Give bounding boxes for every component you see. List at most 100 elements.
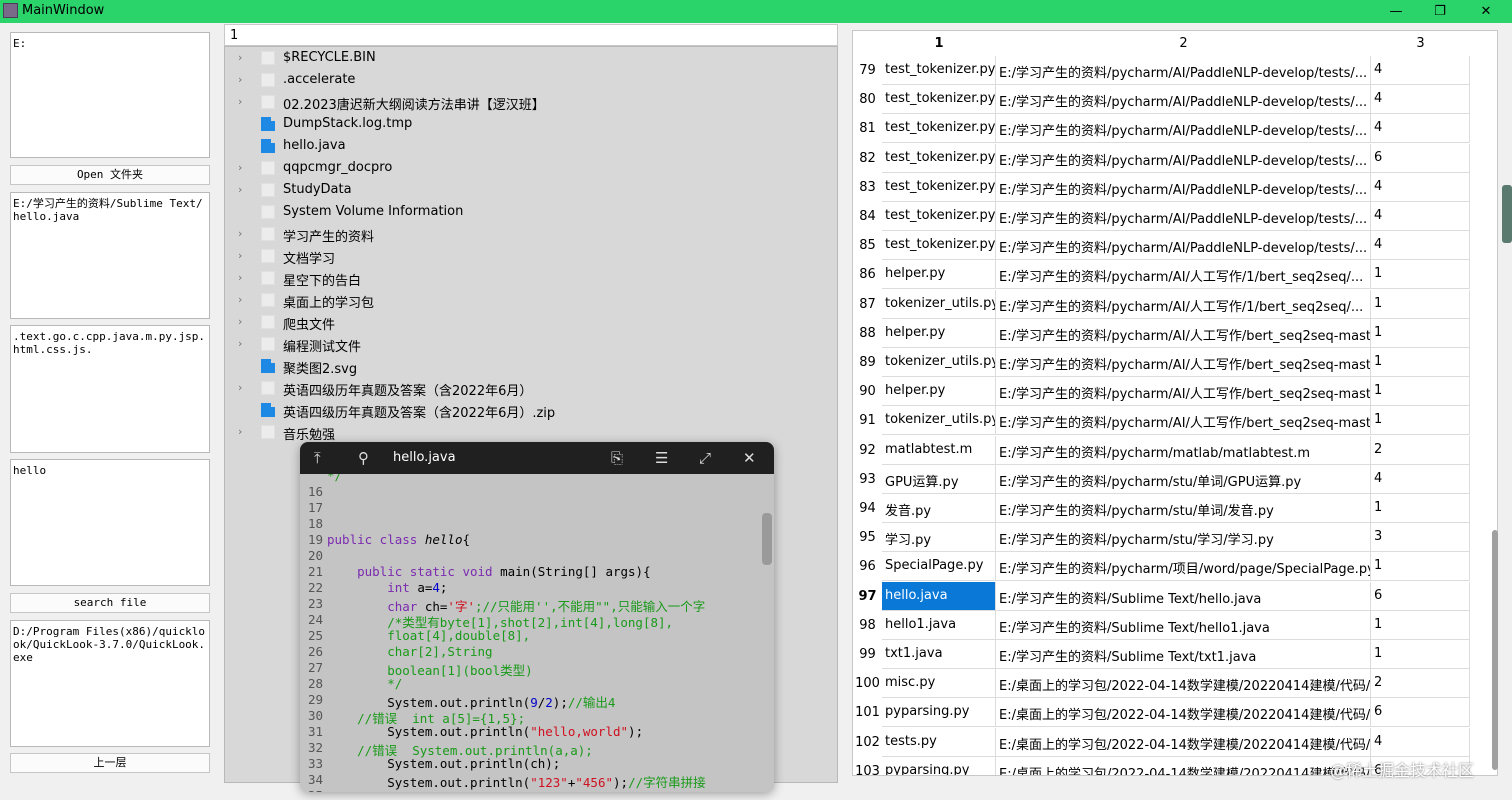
quicklook-window[interactable]: ⤒ ⚲ hello.java ⎘ ☰ ⤢ ✕ */ 16 17 18 19 public … [300, 442, 774, 792]
cell-count[interactable]: 1 [1371, 640, 1470, 669]
cell-count[interactable]: 1 [1371, 377, 1470, 406]
collapse-top-icon[interactable]: ⤒ [314, 449, 321, 467]
row-number[interactable]: 84 [853, 209, 882, 224]
cell-name[interactable]: misc.py [882, 669, 996, 698]
row-number[interactable]: 89 [853, 355, 882, 370]
cell-path[interactable]: E:/学习产生的资料/pycharm/AI/PaddleNLP-develop/… [996, 173, 1371, 202]
cell-path[interactable]: E:/桌面上的学习包/2022-04-14数学建模/20220414建模/代码/… [996, 698, 1371, 727]
cell-count[interactable]: 6 [1371, 698, 1470, 727]
selected-file-path[interactable]: E:/学习产生的资料/Sublime Text/hello.java [10, 192, 210, 319]
cell-path[interactable]: E:/桌面上的学习包/2022-04-14数学建模/20220414建模/代码/… [996, 757, 1371, 775]
row-number[interactable]: 86 [853, 267, 882, 282]
cell-name[interactable]: helper.py [882, 260, 996, 289]
cell-path[interactable]: E:/学习产生的资料/pycharm/AI/人工写作/1/bert_seq2se… [996, 260, 1371, 289]
cell-count[interactable]: 2 [1371, 669, 1470, 698]
row-number[interactable]: 94 [853, 501, 882, 516]
chevron-right-icon[interactable]: › [238, 337, 242, 350]
table-scrollbar-thumb[interactable] [1492, 530, 1498, 770]
cell-name[interactable]: 发音.py [882, 494, 996, 523]
cell-path[interactable]: E:/学习产生的资料/pycharm/AI/人工写作/1/bert_seq2se… [996, 290, 1371, 319]
cell-count[interactable]: 1 [1371, 552, 1470, 581]
cell-count[interactable]: 4 [1371, 114, 1470, 143]
code-preview[interactable]: */16 17 18 19 public class hello{20 21 public… [300, 474, 774, 792]
cell-count[interactable]: 1 [1371, 611, 1470, 640]
open-folder-button[interactable]: Open 文件夹 [10, 165, 210, 185]
chevron-right-icon[interactable]: › [238, 425, 242, 438]
tree-item[interactable]: 聚类图2.svg [225, 355, 837, 377]
tree-item[interactable]: 英语四级历年真题及答案（含2022年6月）.zip [225, 399, 837, 421]
tree-item[interactable]: › qqpcmgr_docpro [225, 157, 837, 179]
cell-count[interactable]: 4 [1371, 56, 1470, 85]
cell-count[interactable]: 4 [1371, 85, 1470, 114]
cell-name[interactable]: test_tokenizer.py [882, 85, 996, 114]
row-number[interactable]: 103 [853, 764, 882, 775]
cell-count[interactable]: 4 [1371, 728, 1470, 757]
tree-item[interactable]: › StudyData [225, 179, 837, 201]
row-number[interactable]: 102 [853, 735, 882, 750]
tree-item[interactable]: DumpStack.log.tmp [225, 113, 837, 135]
cell-path[interactable]: E:/学习产生的资料/Sublime Text/txt1.java [996, 640, 1371, 669]
tree-item[interactable]: › 编程测试文件 [225, 333, 837, 355]
path-bar[interactable]: 1 [224, 24, 838, 46]
cell-path[interactable]: E:/学习产生的资料/pycharm/AI/PaddleNLP-develop/… [996, 114, 1371, 143]
row-number[interactable]: 88 [853, 326, 882, 341]
cell-path[interactable]: E:/学习产生的资料/pycharm/AI/人工写作/bert_seq2seq-… [996, 348, 1371, 377]
cell-path[interactable]: E:/桌面上的学习包/2022-04-14数学建模/20220414建模/代码/… [996, 669, 1371, 698]
chevron-right-icon[interactable]: › [238, 315, 242, 328]
quicklook-path-input[interactable]: D:/Program Files(x86)/quicklook/QuickLoo… [10, 620, 210, 747]
cell-name[interactable]: matlabtest.m [882, 436, 996, 465]
table-scrollbar-track[interactable] [1498, 30, 1512, 776]
cell-count[interactable]: 6 [1371, 144, 1470, 173]
cell-path[interactable]: E:/学习产生的资料/pycharm/AI/人工写作/bert_seq2seq-… [996, 406, 1371, 435]
list-icon[interactable]: ☰ [655, 449, 668, 467]
parent-directory-button[interactable]: 上一层 [10, 753, 210, 773]
column-header-1[interactable]: 1 [882, 31, 996, 56]
chevron-right-icon[interactable]: › [238, 271, 242, 284]
search-keyword-input[interactable]: hello [10, 459, 210, 586]
cell-name[interactable]: pyparsing.py [882, 698, 996, 727]
cell-count[interactable]: 4 [1371, 231, 1470, 260]
cell-name[interactable]: pyparsing.py [882, 757, 996, 775]
cell-count[interactable]: 4 [1371, 202, 1470, 231]
cell-path[interactable]: E:/学习产生的资料/pycharm/stu/单词/GPU运算.py [996, 465, 1371, 494]
cell-count[interactable]: 1 [1371, 494, 1470, 523]
cell-path[interactable]: E:/学习产生的资料/pycharm/AI/PaddleNLP-develop/… [996, 202, 1371, 231]
tree-item[interactable]: › 爬虫文件 [225, 311, 837, 333]
cell-name[interactable]: test_tokenizer.py [882, 202, 996, 231]
tree-item[interactable]: › 英语四级历年真题及答案（含2022年6月） [225, 377, 837, 399]
row-number[interactable]: 95 [853, 530, 882, 545]
results-table[interactable]: 1 2 3 79 test_tokenizer.py E:/学习产生的资料/pych… [852, 30, 1498, 776]
cell-path[interactable]: E:/学习产生的资料/pycharm/stu/单词/发音.py [996, 494, 1371, 523]
cell-path[interactable]: E:/学习产生的资料/pycharm/项目/word/page/SpecialP… [996, 552, 1371, 581]
side-handle[interactable] [1502, 185, 1512, 243]
tree-item[interactable]: hello.java [225, 135, 837, 157]
extension-filter-input[interactable]: .text.go.c.cpp.java.m.py.jsp.html.css.js… [10, 325, 210, 453]
cell-count[interactable]: 1 [1371, 290, 1470, 319]
row-number[interactable]: 93 [853, 472, 882, 487]
chevron-right-icon[interactable]: › [238, 227, 242, 240]
minimize-button[interactable]: — [1373, 0, 1419, 23]
cell-name[interactable]: hello1.java [882, 611, 996, 640]
cell-path[interactable]: E:/学习产生的资料/pycharm/AI/PaddleNLP-develop/… [996, 56, 1371, 85]
chevron-right-icon[interactable]: › [238, 161, 242, 174]
cell-count[interactable]: 4 [1371, 173, 1470, 202]
row-number[interactable]: 99 [853, 647, 882, 662]
cell-name[interactable]: test_tokenizer.py [882, 173, 996, 202]
tree-item[interactable]: › 文档学习 [225, 245, 837, 267]
cell-count[interactable]: 1 [1371, 319, 1470, 348]
cell-count[interactable]: 3 [1371, 523, 1470, 552]
tree-item[interactable]: › 学习产生的资料 [225, 223, 837, 245]
cell-name[interactable]: 学习.py [882, 523, 996, 552]
chevron-right-icon[interactable]: › [238, 73, 242, 86]
column-header-3[interactable]: 3 [1371, 31, 1470, 56]
open-file-icon[interactable]: ⎘ [611, 449, 623, 467]
cell-count[interactable]: 6 [1371, 582, 1470, 611]
cell-name[interactable]: helper.py [882, 377, 996, 406]
chevron-right-icon[interactable]: › [238, 293, 242, 306]
cell-count[interactable]: 1 [1371, 260, 1470, 289]
cell-path[interactable]: E:/学习产生的资料/pycharm/stu/学习/学习.py [996, 523, 1371, 552]
cell-name[interactable]: tests.py [882, 728, 996, 757]
cell-count[interactable]: 4 [1371, 465, 1470, 494]
row-number[interactable]: 79 [853, 63, 882, 78]
cell-path[interactable]: E:/学习产生的资料/Sublime Text/hello.java [996, 582, 1371, 611]
